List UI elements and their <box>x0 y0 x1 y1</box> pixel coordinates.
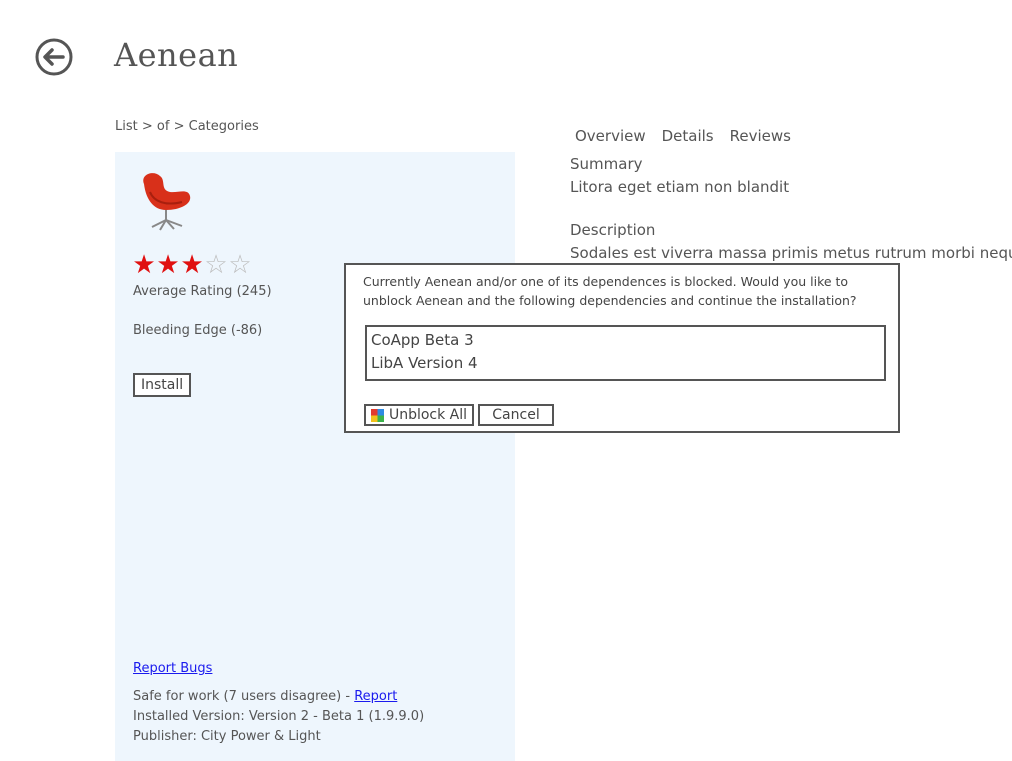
tab-bar: Overview Details Reviews <box>575 127 791 145</box>
breadcrumb-separator: > <box>173 119 185 134</box>
description-heading: Description <box>570 221 656 239</box>
tab-overview[interactable]: Overview <box>575 127 646 145</box>
breadcrumb-item-categories[interactable]: Categories <box>189 119 259 134</box>
description-text: Sodales est viverra massa primis metus r… <box>570 244 1012 262</box>
bleeding-edge-value: (-86) <box>230 323 263 338</box>
report-link[interactable]: Report <box>354 689 397 704</box>
dependency-item[interactable]: LibA Version 4 <box>371 352 880 375</box>
dialog-message: Currently Aenean and/or one of its depen… <box>363 274 857 308</box>
star-filled-icon[interactable]: ★ <box>156 252 180 278</box>
bleeding-edge: Bleeding Edge (-86) <box>133 323 262 338</box>
page-title: Aenean <box>114 36 239 74</box>
average-rating-count: (245) <box>236 284 272 299</box>
breadcrumb: List > of > Categories <box>115 119 259 134</box>
shield-icon <box>370 408 384 422</box>
tab-reviews[interactable]: Reviews <box>730 127 791 145</box>
breadcrumb-separator: > <box>141 119 153 134</box>
safe-for-work-text: Safe for work (7 users disagree) - <box>133 689 355 704</box>
average-rating: Average Rating (245) <box>133 284 272 299</box>
tab-details[interactable]: Details <box>662 127 714 145</box>
report-bugs-link[interactable]: Report Bugs <box>133 661 212 676</box>
summary-text: Litora eget etiam non blandit <box>570 178 790 196</box>
unblock-all-button[interactable]: Unblock All <box>364 404 474 426</box>
breadcrumb-item-of[interactable]: of <box>157 119 170 134</box>
safe-for-work: Safe for work (7 users disagree) - Repor… <box>133 689 397 704</box>
back-arrow-icon <box>35 38 73 76</box>
unblock-dialog: Currently Aenean and/or one of its depen… <box>344 263 900 433</box>
average-rating-label: Average Rating <box>133 284 233 299</box>
unblock-all-label: Unblock All <box>388 407 468 423</box>
product-image <box>136 170 196 232</box>
red-chair-image <box>143 173 191 231</box>
installed-version: Installed Version: Version 2 - Beta 1 (1… <box>133 709 425 724</box>
star-empty-icon[interactable]: ☆ <box>204 252 228 278</box>
install-button[interactable]: Install <box>133 373 192 397</box>
dependency-item[interactable]: CoApp Beta 3 <box>371 329 880 352</box>
dependency-list[interactable]: CoApp Beta 3 LibA Version 4 <box>365 325 886 381</box>
star-filled-icon[interactable]: ★ <box>180 252 204 278</box>
back-button[interactable] <box>35 38 73 76</box>
publisher: Publisher: City Power & Light <box>133 729 321 744</box>
star-filled-icon[interactable]: ★ <box>132 252 156 278</box>
star-rating[interactable]: ★ ★ ★ ☆ ☆ <box>132 252 252 278</box>
breadcrumb-item-list[interactable]: List <box>115 119 138 134</box>
cancel-button[interactable]: Cancel <box>478 404 554 426</box>
star-empty-icon[interactable]: ☆ <box>228 252 252 278</box>
summary-heading: Summary <box>570 155 643 173</box>
bleeding-edge-label: Bleeding Edge <box>133 323 227 338</box>
